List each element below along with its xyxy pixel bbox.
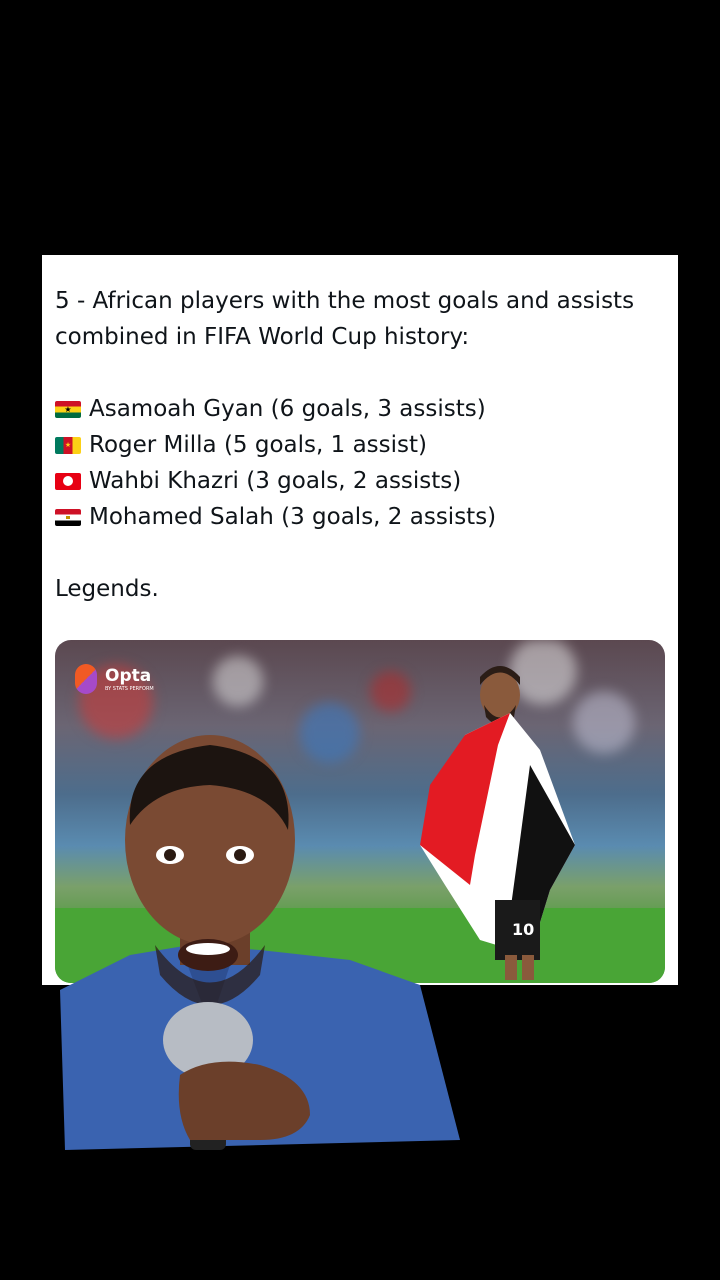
ghana-flag-icon (55, 400, 81, 418)
tweet-text: 5 - African players with the most goals … (55, 283, 665, 607)
tweet-closing: Legends. (55, 576, 159, 602)
shirt-number: 10 (512, 920, 534, 939)
list-item: Roger Milla (5 goals, 1 assist) (55, 427, 665, 463)
opta-logo: Opta BY STATS PERFORM (75, 664, 154, 694)
player-line: Roger Milla (5 goals, 1 assist) (89, 432, 428, 458)
tweet-intro-line-1: 5 - African players with the most goals … (55, 288, 635, 314)
cameroon-flag-icon (55, 436, 81, 454)
list-item: Asamoah Gyan (6 goals, 3 assists) (55, 391, 665, 427)
player-line: Asamoah Gyan (6 goals, 3 assists) (89, 396, 486, 422)
tunisia-flag-icon (55, 472, 81, 490)
player-line: Mohamed Salah (3 goals, 2 assists) (89, 504, 497, 530)
opta-subtext: BY STATS PERFORM (105, 686, 154, 692)
opta-mark-icon (75, 664, 97, 694)
egypt-flag-icon (55, 508, 81, 526)
list-item: Wahbi Khazri (3 goals, 2 assists) (55, 463, 665, 499)
opta-wordmark: Opta (105, 666, 152, 686)
presenter-overlay (60, 735, 460, 1150)
tweet-intro-line-2: combined in FIFA World Cup history: (55, 324, 470, 350)
list-item: Mohamed Salah (3 goals, 2 assists) (55, 499, 665, 535)
player-line: Wahbi Khazri (3 goals, 2 assists) (89, 468, 462, 494)
